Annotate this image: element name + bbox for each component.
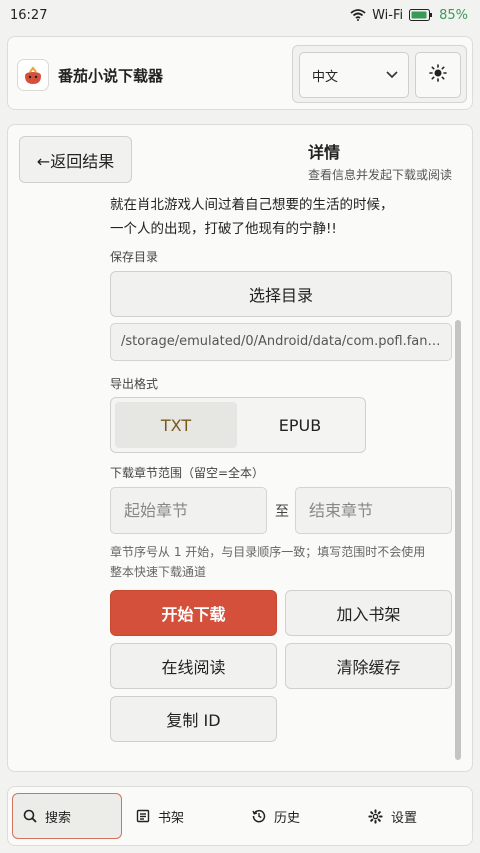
app-title: 番茄小说下载器 (58, 67, 164, 85)
header-controls: 中文 (292, 45, 467, 103)
scrollbar-thumb[interactable] (455, 320, 461, 760)
nav-search-label: 搜索 (45, 810, 72, 826)
nav-bookshelf[interactable]: 书架 (126, 793, 236, 839)
battery-percent: 85% (439, 7, 468, 23)
format-option-epub[interactable]: EPUB (239, 402, 361, 448)
tomato-logo-icon (17, 59, 49, 91)
sun-icon (429, 64, 447, 86)
save-path-field: /storage/emulated/0/Android/data/com.pof… (110, 323, 452, 361)
nav-bookshelf-label: 书架 (158, 810, 185, 826)
app-header: 番茄小说下载器 中文 (7, 36, 473, 110)
nav-search[interactable]: 搜索 (12, 793, 122, 839)
battery-icon (409, 9, 433, 21)
bottom-navigation: 搜索 书架 历史 设置 (7, 786, 473, 846)
format-segmented-control: TXT EPUB (110, 397, 366, 453)
history-icon (252, 809, 266, 823)
book-description-line: 就在肖北游戏人间过着自己想要的生活的时候， (110, 197, 394, 213)
chapter-hint-line: 章节序号从 1 开始，与目录顺序一致；填写范围时不会使用 (110, 545, 426, 559)
chapter-range-label: 下载章节范围（留空=全本） (110, 466, 265, 480)
save-dir-label: 保存目录 (110, 250, 159, 264)
nav-history-label: 历史 (274, 810, 301, 826)
choose-directory-button[interactable]: 选择目录 (110, 271, 452, 317)
end-chapter-input[interactable]: 结束章节 (295, 487, 452, 534)
nav-settings[interactable]: 设置 (358, 793, 468, 839)
back-to-results-button[interactable]: ←返回结果 (19, 136, 132, 183)
start-download-button[interactable]: 开始下载 (110, 590, 277, 636)
book-description-line: 一个人的出现，打破了他现有的宁静!! (110, 221, 337, 237)
nav-history[interactable]: 历史 (242, 793, 352, 839)
copy-id-button[interactable]: 复制 ID (110, 696, 277, 742)
start-chapter-input[interactable]: 起始章节 (110, 487, 267, 534)
language-value: 中文 (312, 69, 339, 85)
read-online-button[interactable]: 在线阅读 (110, 643, 277, 689)
wifi-icon (350, 9, 366, 21)
chapter-hint-line: 整本快速下载通道 (110, 565, 207, 579)
settings-icon (368, 808, 383, 824)
format-label: 导出格式 (110, 377, 159, 391)
bookshelf-icon (136, 809, 150, 823)
theme-toggle-button[interactable] (415, 52, 461, 98)
clear-cache-button[interactable]: 清除缓存 (285, 643, 452, 689)
page-subtitle: 查看信息并发起下载或阅读 (308, 168, 453, 182)
language-select[interactable]: 中文 (299, 52, 409, 98)
status-bar: 16:27 Wi-Fi 85% (0, 0, 480, 30)
detail-scroll-area[interactable]: 就在肖北游戏人间过着自己想要的生活的时候， 一个人的出现，打破了他现有的宁静!!… (8, 187, 472, 771)
nav-settings-label: 设置 (391, 810, 418, 826)
range-separator: 至 (275, 504, 289, 520)
search-icon (23, 809, 37, 823)
page-title: 详情 (308, 143, 341, 162)
chevron-down-icon (386, 68, 398, 83)
wifi-label: Wi-Fi (372, 7, 404, 23)
format-option-txt[interactable]: TXT (115, 402, 237, 448)
status-time: 16:27 (10, 7, 48, 23)
status-indicators: Wi-Fi 85% (350, 8, 468, 23)
add-to-shelf-button[interactable]: 加入书架 (285, 590, 452, 636)
detail-panel: ←返回结果 详情 查看信息并发起下载或阅读 就在肖北游戏人间过着自己想要的生活的… (7, 124, 473, 772)
